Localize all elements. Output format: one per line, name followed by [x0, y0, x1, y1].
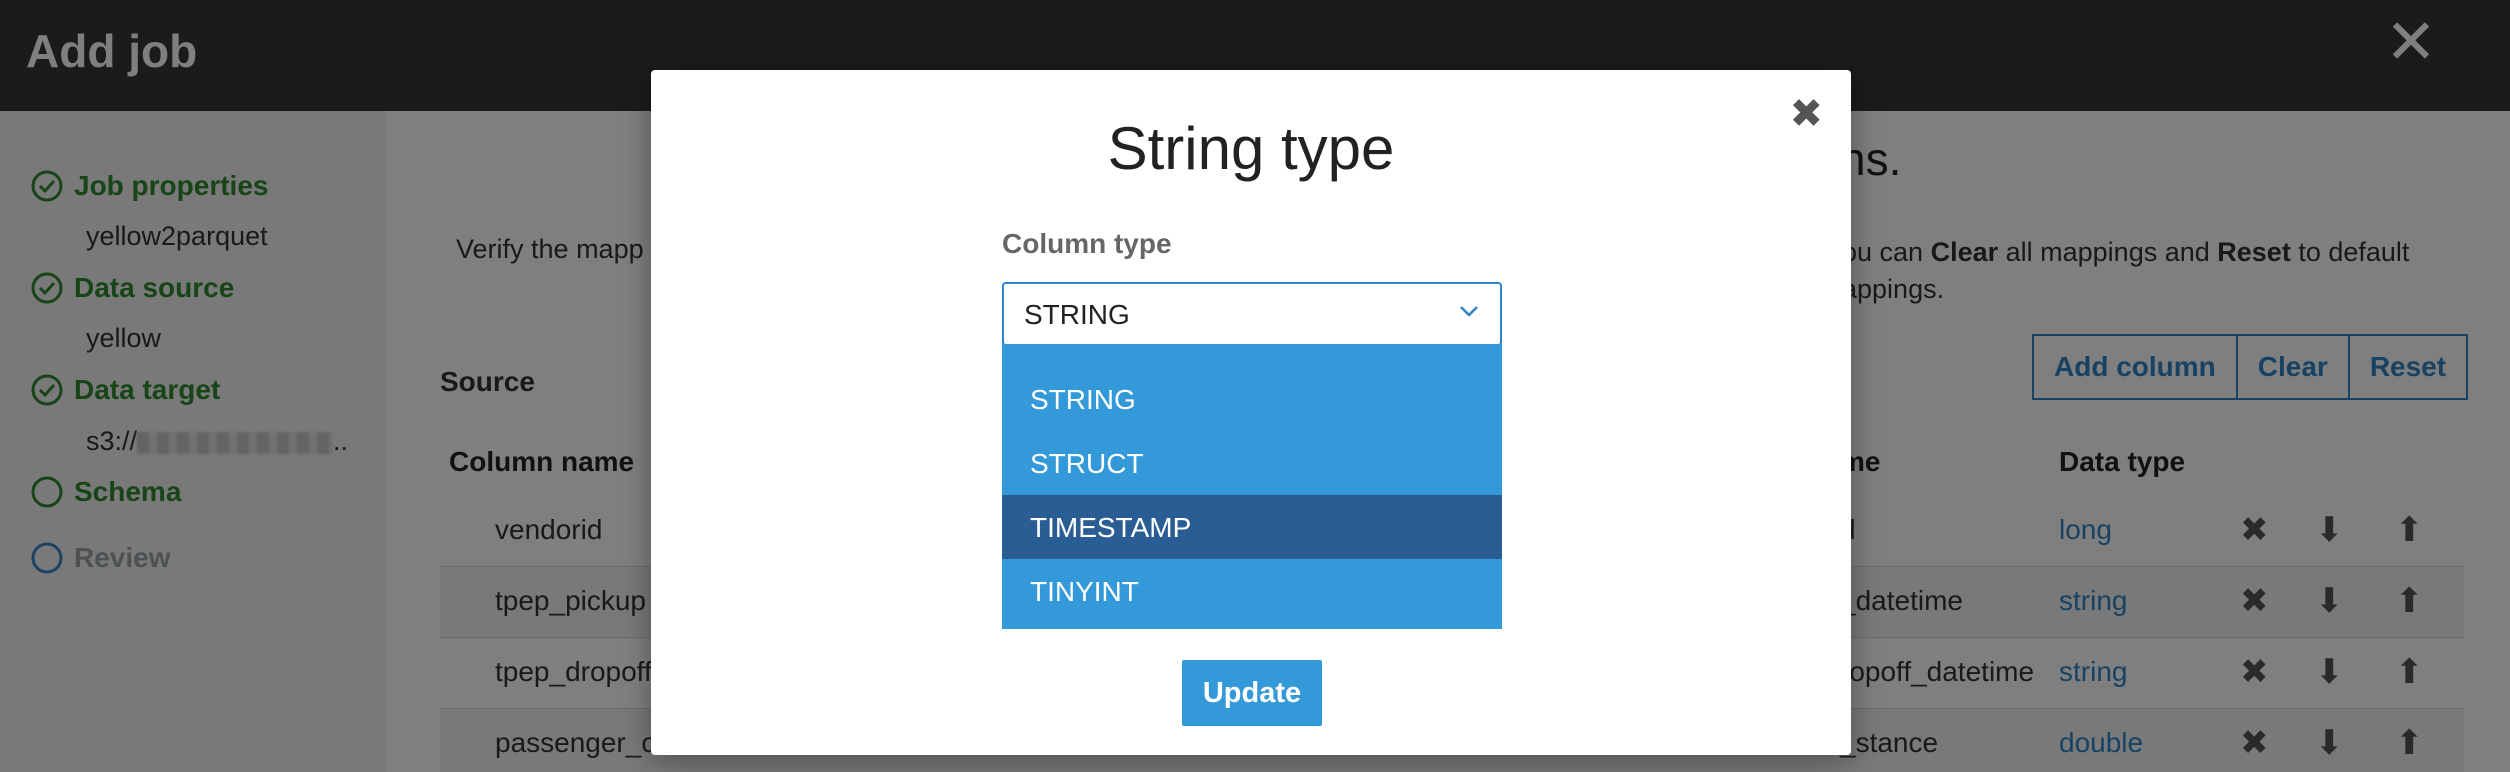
option-timestamp[interactable]: TIMESTAMP — [1002, 495, 1502, 559]
modal-title: String type — [1107, 115, 1395, 182]
column-type-label: Column type — [1002, 228, 1172, 259]
update-button[interactable]: Update — [1182, 660, 1322, 726]
column-type-select[interactable]: STRING — [1002, 282, 1502, 346]
option-string[interactable]: STRING — [1002, 367, 1502, 431]
string-type-modal: ✖ String type Column type STRING STRING … — [651, 70, 1851, 755]
selected-value: STRING — [1024, 299, 1130, 330]
chevron-down-icon — [1460, 306, 1478, 317]
option-struct[interactable]: STRUCT — [1002, 431, 1502, 495]
column-type-dropdown: STRING STRUCT TIMESTAMP TINYINT — [1002, 344, 1502, 629]
option-tinyint[interactable]: TINYINT — [1002, 559, 1502, 623]
